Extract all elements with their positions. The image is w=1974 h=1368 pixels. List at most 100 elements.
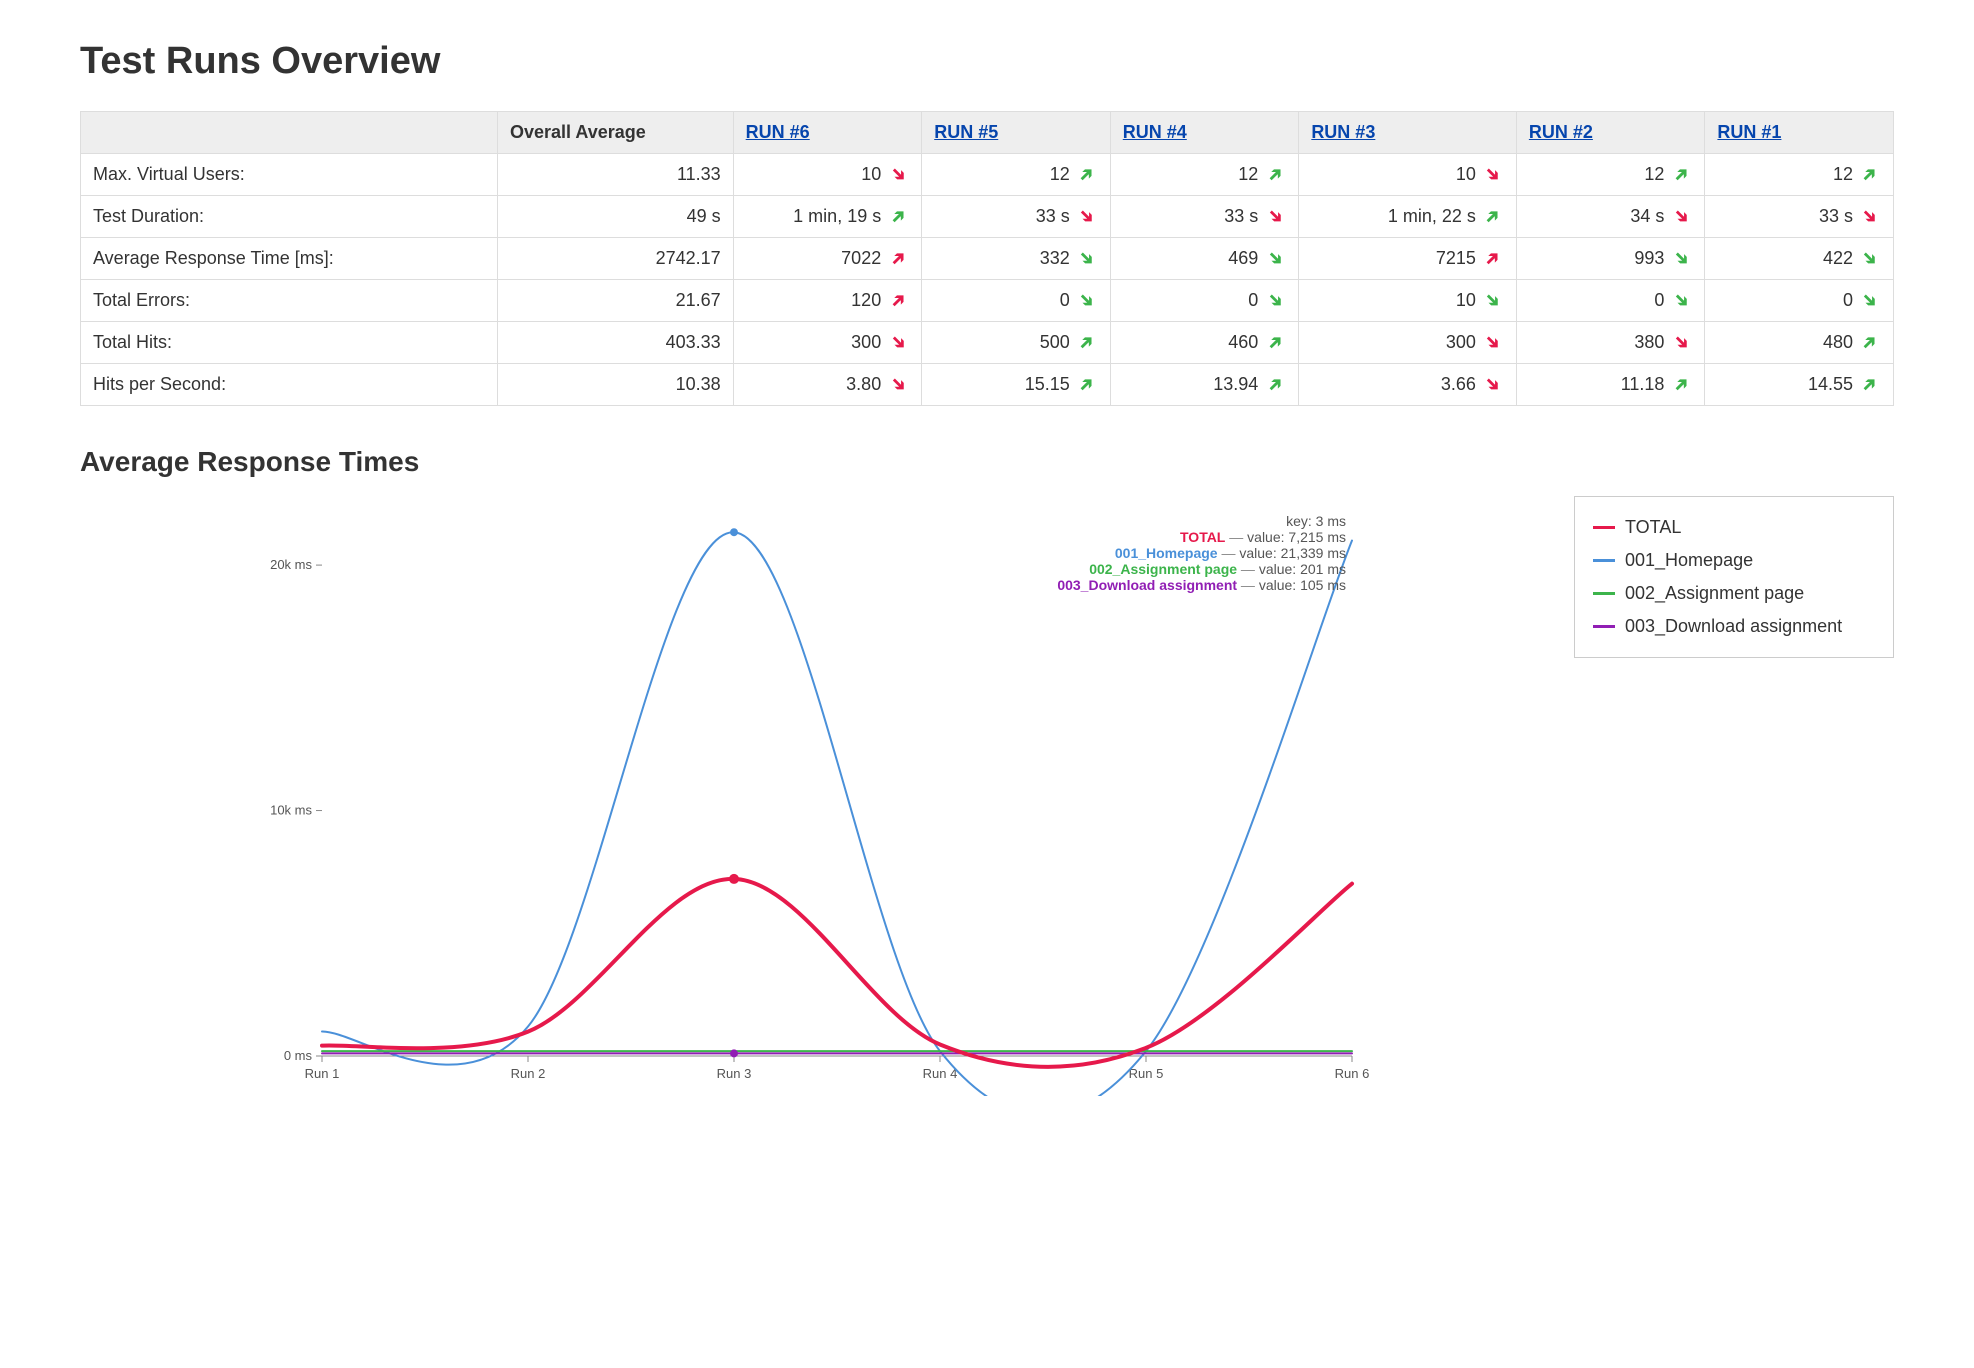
- legend-label: TOTAL: [1625, 517, 1681, 538]
- metric-value: 14.55: [1808, 374, 1853, 394]
- trend-down-icon: ➔: [1074, 246, 1100, 272]
- trend-down-icon: ➔: [1480, 162, 1506, 188]
- x-tick-label: Run 3: [717, 1066, 752, 1081]
- page-title: Test Runs Overview: [80, 40, 1894, 83]
- x-tick-label: Run 5: [1129, 1066, 1164, 1081]
- trend-down-icon: ➔: [1263, 204, 1289, 230]
- trend-down-icon: ➔: [1074, 288, 1100, 314]
- chart-svg: 0 ms10k ms20k msRun 1Run 2Run 3Run 4Run …: [80, 496, 1544, 1096]
- chart-hover-key: key: 3 ms: [1286, 513, 1346, 529]
- metric-cell: 15.15➔: [922, 364, 1111, 406]
- run-header-2: RUN #5: [922, 112, 1111, 154]
- y-tick-label: 20k ms: [270, 557, 312, 572]
- metric-cell: 0➔: [1705, 280, 1894, 322]
- metric-cell: 10➔: [1299, 280, 1517, 322]
- run-link-1[interactable]: RUN #6: [746, 122, 810, 142]
- x-tick-label: Run 2: [511, 1066, 546, 1081]
- metric-cell: 7022➔: [733, 238, 922, 280]
- chart-series-line: [322, 532, 1352, 1096]
- legend-item[interactable]: 001_Homepage: [1593, 544, 1875, 577]
- run-header-6: RUN #1: [1705, 112, 1894, 154]
- legend-label: 001_Homepage: [1625, 550, 1753, 571]
- metric-label: Total Errors:: [81, 280, 498, 322]
- metric-cell: 300➔: [1299, 322, 1517, 364]
- metric-value: 300: [1446, 332, 1476, 352]
- table-row: Max. Virtual Users:11.3310➔12➔12➔10➔12➔1…: [81, 154, 1894, 196]
- metric-cell: 12➔: [1516, 154, 1705, 196]
- metric-value: 12: [1050, 164, 1070, 184]
- run-link-2[interactable]: RUN #5: [934, 122, 998, 142]
- metric-value: 13.94: [1213, 374, 1258, 394]
- metric-label: Average Response Time [ms]:: [81, 238, 498, 280]
- metric-value: 422: [1823, 248, 1853, 268]
- trend-up-icon: ➔: [1857, 372, 1883, 398]
- metric-avg: 49 s: [497, 196, 733, 238]
- run-link-6[interactable]: RUN #1: [1717, 122, 1781, 142]
- metric-cell: 3.80➔: [733, 364, 922, 406]
- chart-hover-row: 001_Homepage — value: 21,339 ms: [1115, 545, 1346, 561]
- metric-value: 33 s: [1819, 206, 1853, 226]
- trend-down-icon: ➔: [885, 162, 911, 188]
- metric-value: 12: [1238, 164, 1258, 184]
- table-row: Hits per Second:10.383.80➔15.15➔13.94➔3.…: [81, 364, 1894, 406]
- metric-cell: 0➔: [1516, 280, 1705, 322]
- legend-item[interactable]: TOTAL: [1593, 511, 1875, 544]
- trend-down-icon: ➔: [1480, 288, 1506, 314]
- metric-value: 0: [1060, 290, 1070, 310]
- legend-item[interactable]: 003_Download assignment: [1593, 610, 1875, 643]
- response-time-chart: 0 ms10k ms20k msRun 1Run 2Run 3Run 4Run …: [80, 496, 1544, 1101]
- metric-value: 380: [1634, 332, 1664, 352]
- metric-cell: 14.55➔: [1705, 364, 1894, 406]
- trend-up-icon: ➔: [1857, 330, 1883, 356]
- metric-cell: 33 s➔: [1705, 196, 1894, 238]
- metric-value: 10: [1456, 290, 1476, 310]
- metric-value: 3.66: [1441, 374, 1476, 394]
- trend-up-icon: ➔: [1857, 162, 1883, 188]
- metric-value: 7215: [1436, 248, 1476, 268]
- trend-up-icon: ➔: [1074, 330, 1100, 356]
- metric-cell: 300➔: [733, 322, 922, 364]
- metric-value: 0: [1248, 290, 1258, 310]
- metric-label: Total Hits:: [81, 322, 498, 364]
- trend-up-icon: ➔: [1263, 330, 1289, 356]
- metric-cell: 0➔: [1110, 280, 1299, 322]
- trend-down-icon: ➔: [1480, 330, 1506, 356]
- trend-down-icon: ➔: [1669, 288, 1695, 314]
- chart-highlight-point: [730, 528, 738, 536]
- metric-value: 0: [1654, 290, 1664, 310]
- trend-up-icon: ➔: [1480, 204, 1506, 230]
- run-link-5[interactable]: RUN #2: [1529, 122, 1593, 142]
- metric-value: 11.18: [1621, 374, 1665, 394]
- metric-cell: 500➔: [922, 322, 1111, 364]
- metric-value: 469: [1228, 248, 1258, 268]
- metric-avg: 2742.17: [497, 238, 733, 280]
- metric-value: 500: [1040, 332, 1070, 352]
- trend-down-icon: ➔: [1857, 288, 1883, 314]
- legend-swatch-icon: [1593, 559, 1615, 562]
- metric-cell: 12➔: [1110, 154, 1299, 196]
- trend-down-icon: ➔: [1263, 288, 1289, 314]
- chart-highlight-point: [729, 874, 739, 884]
- legend-swatch-icon: [1593, 625, 1615, 628]
- trend-down-icon: ➔: [1857, 204, 1883, 230]
- metric-cell: 33 s➔: [1110, 196, 1299, 238]
- chart-section-title: Average Response Times: [80, 446, 1894, 478]
- overview-table: Overall AverageRUN #6RUN #5RUN #4RUN #3R…: [80, 111, 1894, 406]
- metric-value: 15.15: [1025, 374, 1070, 394]
- chart-legend: TOTAL 001_Homepage 002_Assignment page003_…: [1574, 496, 1894, 658]
- x-tick-label: Run 6: [1335, 1066, 1370, 1081]
- legend-item[interactable]: 002_Assignment page: [1593, 577, 1875, 610]
- metric-cell: 13.94➔: [1110, 364, 1299, 406]
- trend-down-icon: ➔: [1263, 246, 1289, 272]
- metric-value: 120: [851, 290, 881, 310]
- metric-cell: 33 s➔: [922, 196, 1111, 238]
- trend-up-icon: ➔: [1669, 162, 1695, 188]
- run-link-3[interactable]: RUN #4: [1123, 122, 1187, 142]
- run-header-1: RUN #6: [733, 112, 922, 154]
- metric-cell: 12➔: [1705, 154, 1894, 196]
- metric-cell: 120➔: [733, 280, 922, 322]
- metric-value: 460: [1228, 332, 1258, 352]
- metric-cell: 1 min, 19 s➔: [733, 196, 922, 238]
- run-link-4[interactable]: RUN #3: [1311, 122, 1375, 142]
- trend-up-icon: ➔: [1074, 162, 1100, 188]
